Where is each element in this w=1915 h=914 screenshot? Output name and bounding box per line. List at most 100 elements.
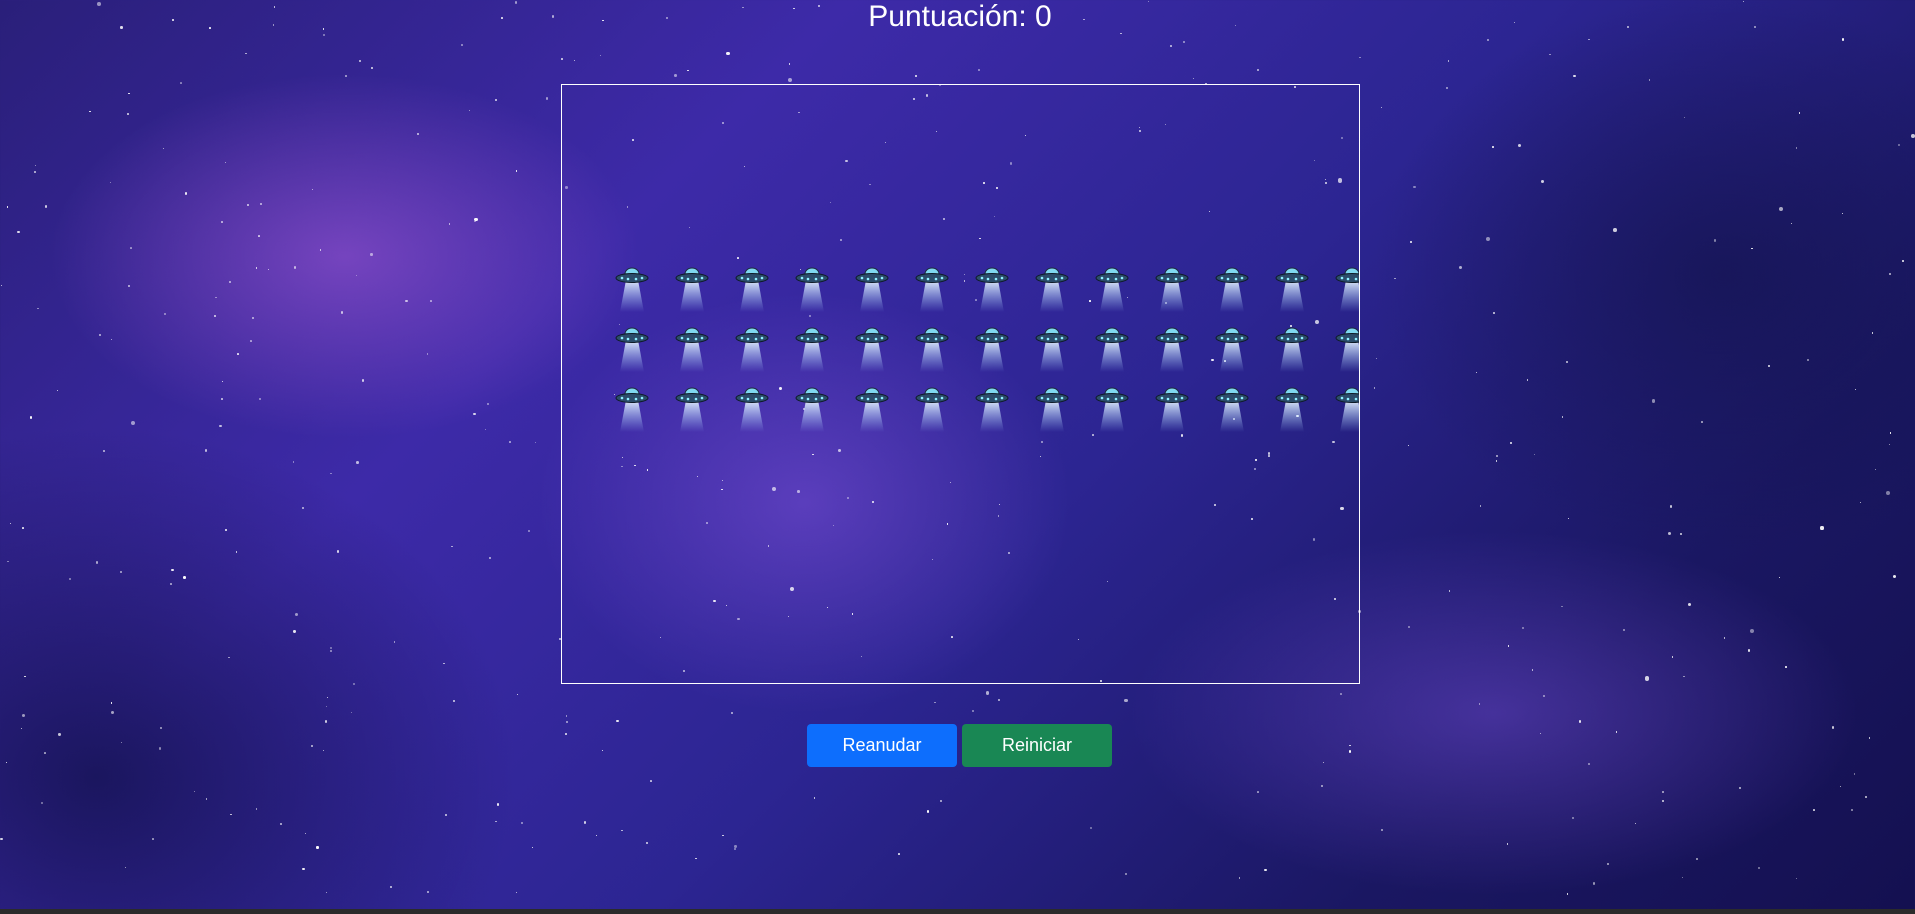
star xyxy=(1853,773,1855,775)
star xyxy=(358,59,361,62)
star xyxy=(236,353,239,355)
star xyxy=(934,701,936,704)
star xyxy=(1796,147,1798,149)
star xyxy=(228,656,231,659)
star xyxy=(787,77,792,83)
star xyxy=(44,205,48,208)
star xyxy=(1623,628,1626,632)
star xyxy=(1662,791,1665,794)
star xyxy=(1779,207,1784,212)
star xyxy=(1713,239,1716,242)
star xyxy=(1476,371,1478,373)
star xyxy=(1790,223,1792,225)
star xyxy=(534,441,536,443)
star xyxy=(1842,212,1844,215)
star xyxy=(1565,360,1568,363)
star xyxy=(184,192,188,195)
star xyxy=(813,797,815,799)
game-canvas[interactable] xyxy=(561,84,1360,684)
star xyxy=(1839,786,1842,788)
star xyxy=(788,63,791,65)
star xyxy=(337,550,340,553)
star xyxy=(1257,790,1259,793)
star xyxy=(1634,822,1636,824)
star xyxy=(1874,468,1876,470)
star xyxy=(109,181,111,183)
star xyxy=(1507,645,1510,647)
star xyxy=(1408,625,1411,628)
star xyxy=(1723,637,1726,639)
star xyxy=(1851,808,1854,811)
star xyxy=(250,340,253,343)
star xyxy=(1540,179,1544,184)
star xyxy=(103,449,106,452)
star xyxy=(416,132,419,135)
star xyxy=(229,813,232,816)
star xyxy=(235,551,238,553)
star xyxy=(205,798,208,800)
star xyxy=(1561,605,1563,607)
star xyxy=(1868,737,1871,739)
star xyxy=(496,803,499,806)
star xyxy=(58,733,61,736)
star xyxy=(495,99,498,102)
star xyxy=(734,848,736,851)
star xyxy=(1124,873,1127,876)
star xyxy=(257,234,260,237)
star xyxy=(520,821,523,824)
star xyxy=(389,886,392,889)
ufo-icon xyxy=(854,266,890,316)
star xyxy=(515,170,518,172)
ufo-icon xyxy=(914,386,950,436)
star xyxy=(37,307,39,310)
ufo-icon xyxy=(1214,386,1250,436)
star xyxy=(245,52,247,55)
star xyxy=(1667,531,1672,536)
star xyxy=(293,266,296,269)
star xyxy=(1778,576,1781,579)
star xyxy=(95,561,99,564)
ufo-icon xyxy=(974,326,1010,376)
star xyxy=(255,267,258,269)
star xyxy=(1349,744,1351,747)
star xyxy=(330,647,333,650)
star xyxy=(353,682,356,686)
star xyxy=(247,203,250,206)
star xyxy=(1795,877,1797,879)
star xyxy=(302,867,305,871)
star xyxy=(1381,828,1384,831)
star xyxy=(1671,656,1674,659)
star xyxy=(1517,144,1521,147)
star xyxy=(220,220,223,223)
star xyxy=(1534,453,1536,456)
star xyxy=(1892,574,1897,579)
star xyxy=(1684,116,1686,118)
star xyxy=(356,275,358,277)
star xyxy=(1394,277,1397,280)
star xyxy=(1806,358,1809,361)
resume-button[interactable]: Reanudar xyxy=(807,724,957,767)
star xyxy=(361,379,365,382)
star xyxy=(1320,785,1324,788)
star xyxy=(1257,69,1260,72)
star xyxy=(204,449,208,452)
star xyxy=(595,834,598,837)
star xyxy=(1758,866,1761,869)
star xyxy=(170,583,172,586)
star xyxy=(320,249,322,251)
restart-button[interactable]: Reiniciar xyxy=(962,724,1112,767)
star xyxy=(985,691,990,695)
star xyxy=(127,113,129,115)
star xyxy=(1871,332,1874,334)
ufo-icon xyxy=(794,266,830,316)
star xyxy=(179,82,182,84)
star xyxy=(451,545,453,548)
star xyxy=(1592,882,1596,885)
star xyxy=(443,662,445,665)
star xyxy=(1183,41,1186,44)
star xyxy=(405,299,408,303)
star xyxy=(24,675,26,677)
ufo-icon xyxy=(674,386,710,436)
star xyxy=(260,202,263,205)
star xyxy=(304,832,307,835)
